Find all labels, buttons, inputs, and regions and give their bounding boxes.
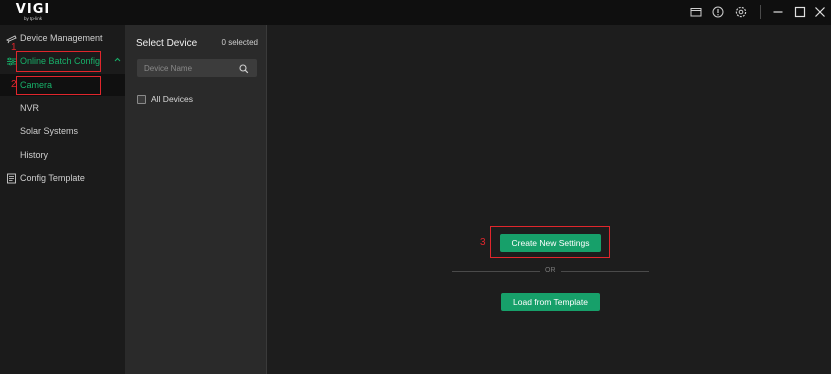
all-devices-checkbox[interactable] (137, 94, 146, 104)
sidebar-item-label: Solar Systems (20, 126, 79, 136)
folder-icon[interactable] (688, 4, 704, 20)
selected-count: 0 selected (221, 38, 258, 47)
template-icon (5, 172, 17, 184)
device-name-search-input[interactable] (137, 59, 237, 77)
settings-icon[interactable] (733, 4, 749, 20)
panel-title: Select Device (136, 38, 198, 49)
sidebar-item-solar-systems[interactable]: Solar Systems (0, 120, 125, 142)
vigi-logo: VIGI by tp-link (13, 3, 53, 22)
title-bar: VIGI by tp-link (0, 0, 831, 25)
select-device-panel: Select Device 0 selected All Devices (125, 25, 266, 374)
annotation-box-3 (490, 226, 610, 258)
sidebar-item-nvr[interactable]: NVR (0, 97, 125, 119)
search-icon[interactable] (238, 62, 250, 74)
maximize-icon[interactable] (792, 4, 808, 20)
annotation-box-2 (16, 76, 101, 95)
sidebar-item-label: History (20, 150, 49, 160)
sidebar-item-history[interactable]: History (0, 144, 125, 166)
main-area: Create New Settings OR Load from Templat… (267, 25, 831, 374)
chevron-up-icon[interactable] (113, 55, 122, 66)
all-devices-label: All Devices (151, 94, 194, 104)
minimize-icon[interactable] (770, 4, 786, 20)
all-devices-row[interactable]: All Devices (137, 94, 193, 104)
close-icon[interactable] (812, 4, 828, 20)
or-divider-right (561, 271, 649, 272)
sidebar-item-device-management[interactable]: Device Management (0, 27, 125, 49)
annotation-box-1 (16, 51, 101, 72)
annotation-number-3: 3 (480, 237, 486, 248)
sidebar-item-label: Config Template (20, 173, 85, 183)
load-from-template-button[interactable]: Load from Template (501, 293, 600, 311)
sidebar-item-label: Device Management (20, 33, 103, 43)
sidebar-item-label: NVR (20, 103, 40, 113)
sidebar-item-config-template[interactable]: Config Template (0, 167, 125, 189)
or-text: OR (545, 267, 556, 274)
titlebar-separator (760, 5, 761, 19)
or-divider-left (452, 271, 540, 272)
device-search (137, 59, 257, 77)
logo-text: VIGI (15, 2, 51, 17)
info-icon[interactable] (710, 4, 726, 20)
